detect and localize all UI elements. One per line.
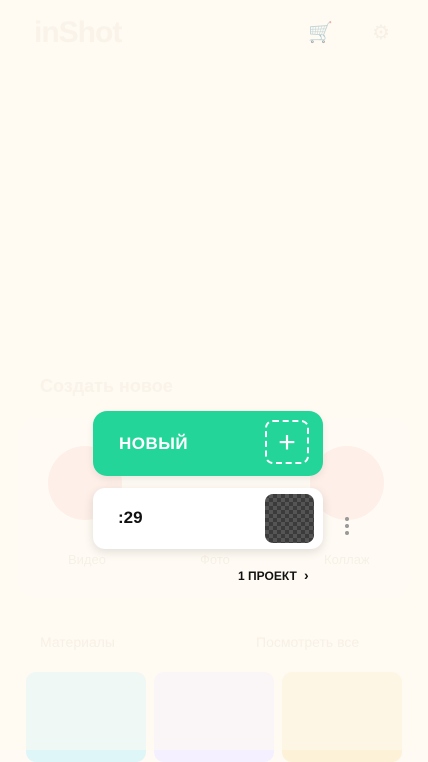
projects-count-link[interactable]: 1 ПРОЕКТ <box>238 569 297 583</box>
dim-overlay <box>0 0 428 750</box>
new-project-button[interactable]: НОВЫЙ + <box>93 411 323 476</box>
project-duration: :29 <box>118 508 143 527</box>
project-thumbnail <box>265 494 314 543</box>
new-project-label: НОВЫЙ <box>119 434 189 453</box>
plus-icon: + <box>265 420 309 464</box>
chevron-right-icon: › <box>304 567 309 583</box>
recent-project-card[interactable]: :29 <box>93 488 323 549</box>
more-options-icon[interactable] <box>342 514 352 540</box>
